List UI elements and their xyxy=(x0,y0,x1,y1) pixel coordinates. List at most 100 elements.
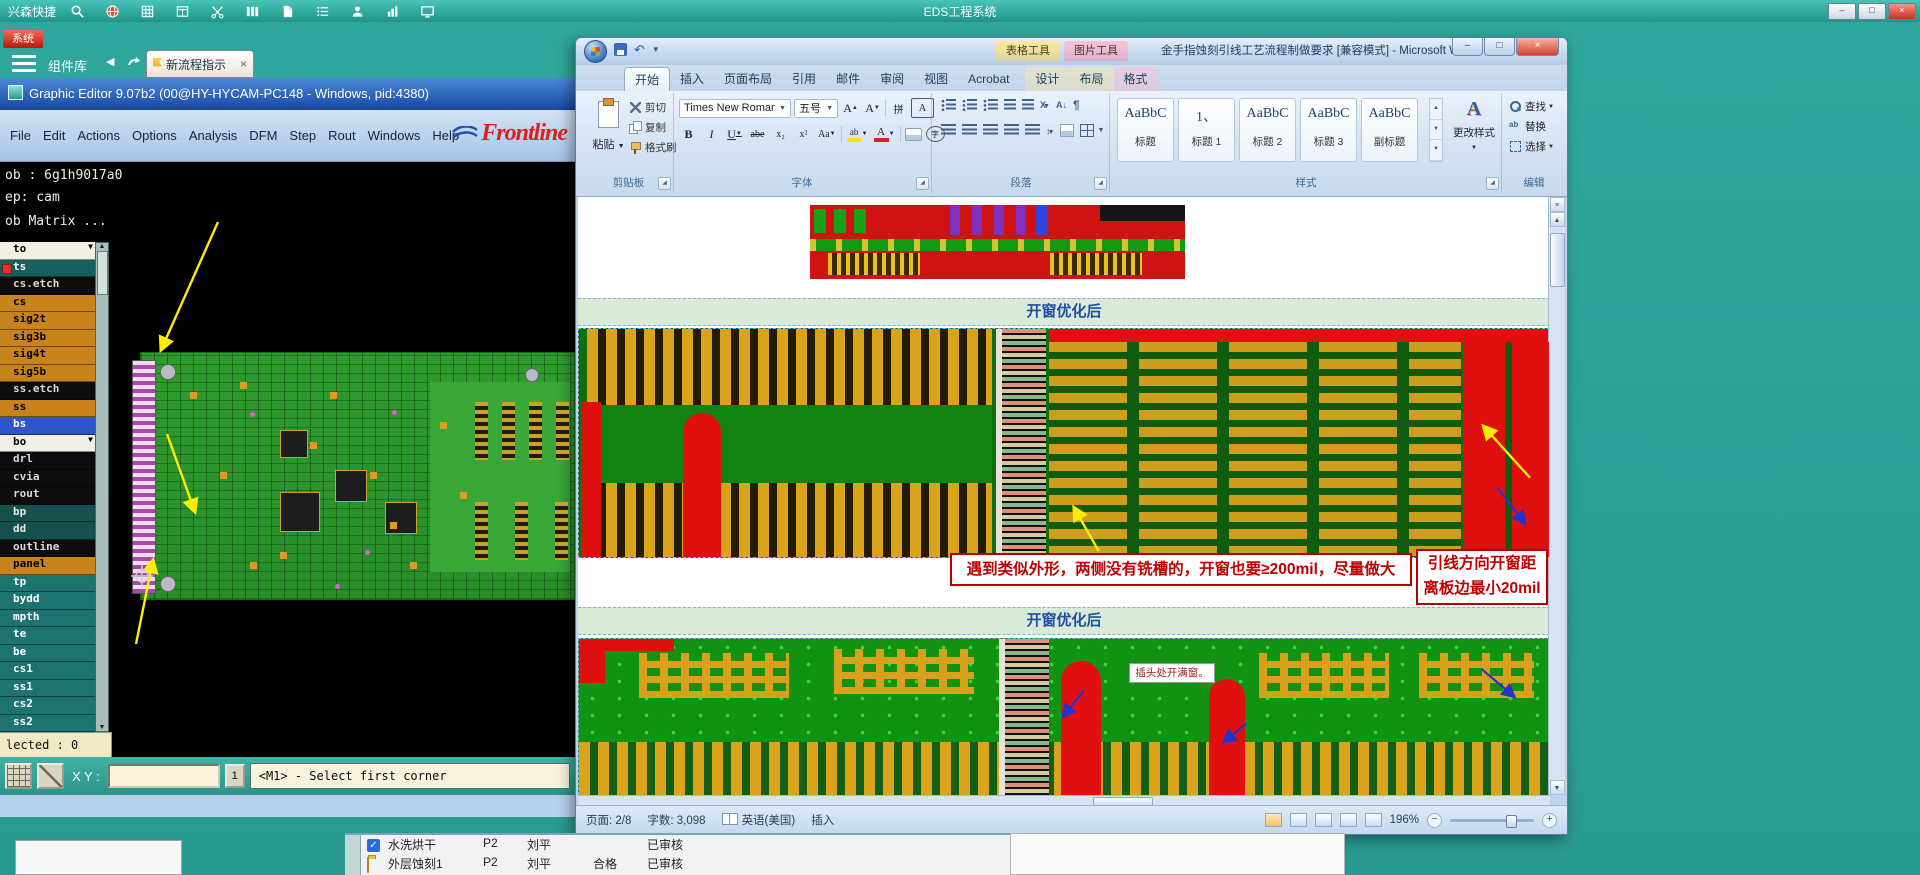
layer-row-cs1[interactable]: cs1 xyxy=(0,662,95,680)
show-marks-icon[interactable]: ¶ xyxy=(1073,98,1080,112)
tab-布局[interactable]: 布局 xyxy=(1069,67,1114,91)
font-dialog-launcher[interactable]: ◢ xyxy=(916,177,929,190)
paragraph-dialog-launcher[interactable]: ◢ xyxy=(1094,177,1107,190)
copy-button[interactable]: 复制 xyxy=(629,120,677,135)
dropdown-arrow-icon[interactable]: ▼ xyxy=(88,242,93,251)
cut-button[interactable]: 剪切 xyxy=(629,100,677,115)
mode-button[interactable]: 1 xyxy=(224,764,245,788)
font-color-icon[interactable]: A ▼ xyxy=(873,124,896,144)
bullets-icon[interactable] xyxy=(941,98,956,112)
grow-font-icon[interactable]: A ▲ xyxy=(841,98,860,118)
minimize-button[interactable]: – xyxy=(1828,3,1856,20)
hamburger-menu-icon[interactable] xyxy=(12,55,36,72)
print-layout-view-icon[interactable] xyxy=(1264,813,1282,827)
tab-格式[interactable]: 格式 xyxy=(1113,67,1158,91)
layer-row-bydd[interactable]: bydd xyxy=(0,592,95,610)
layer-row-rout[interactable]: rout xyxy=(0,487,95,505)
office-button[interactable] xyxy=(584,40,607,63)
word-restore-button[interactable]: □ xyxy=(1484,38,1515,56)
fullscreen-view-icon[interactable] xyxy=(1289,813,1307,827)
tab-引用[interactable]: 引用 xyxy=(782,67,826,91)
layer-row-cs.etch[interactable]: cs.etch xyxy=(0,277,95,295)
document-icon[interactable] xyxy=(280,4,295,19)
document-vertical-scrollbar[interactable]: ≡ ▲ ▼ xyxy=(1548,197,1565,795)
tab-邮件[interactable]: 邮件 xyxy=(826,67,870,91)
scrollbar-thumb[interactable] xyxy=(1549,233,1565,287)
ge-canvas[interactable]: ob : 6g1h9017a0 ep: cam ob Matrix ... to… xyxy=(0,162,575,757)
layer-row-drl[interactable]: drl xyxy=(0,452,95,470)
justify-icon[interactable] xyxy=(1004,124,1019,137)
replace-button[interactable]: 替换 xyxy=(1509,119,1554,134)
globe-icon[interactable] xyxy=(105,4,120,19)
scroll-down-icon[interactable]: ▼ xyxy=(99,724,106,731)
bold-icon[interactable]: B xyxy=(679,124,698,144)
layer-row-sig2t[interactable]: sig2t xyxy=(0,312,95,330)
tab-开始[interactable]: 开始 xyxy=(624,67,671,91)
tab-页面布局[interactable]: 页面布局 xyxy=(714,67,782,91)
measure-tool-button[interactable] xyxy=(37,763,64,789)
zoom-slider-thumb[interactable] xyxy=(1506,814,1517,828)
menu-edit[interactable]: Edit xyxy=(43,128,65,143)
grid-tool-button[interactable] xyxy=(5,763,32,789)
scroll-up-icon[interactable]: ▲ xyxy=(99,243,106,250)
nav-back-icon[interactable]: ◀ xyxy=(106,55,114,68)
layer-row-panel[interactable]: panel xyxy=(0,557,95,575)
dropdown-arrow-icon[interactable]: ▼ xyxy=(88,435,93,444)
format-painter-button[interactable]: 格式刷 xyxy=(629,140,677,155)
phonetic-guide-icon[interactable]: 拼 xyxy=(889,98,908,118)
word-count[interactable]: 字数: 3,098 xyxy=(647,812,705,828)
increase-indent-icon[interactable] xyxy=(1022,98,1034,112)
style-tile-1[interactable]: AaBbC 标题 xyxy=(1117,98,1174,162)
layer-row-cs2[interactable]: cs2 xyxy=(0,697,95,715)
underline-icon[interactable]: U ▼ xyxy=(725,124,744,144)
align-right-icon[interactable] xyxy=(983,124,998,137)
character-border-icon[interactable]: A xyxy=(911,98,934,118)
menu-step[interactable]: Step xyxy=(289,128,316,143)
gallery-more-icon[interactable]: ▼ xyxy=(1430,140,1442,162)
grid-icon[interactable] xyxy=(140,4,155,19)
flow-table-row[interactable]: 外层蚀刻1 P2 刘平 合格 已审核 xyxy=(360,855,1010,874)
pcb-detail-image[interactable] xyxy=(810,205,1185,279)
layer-row-dd[interactable]: dd xyxy=(0,522,95,540)
ruler-toggle-icon[interactable]: ≡ xyxy=(1549,197,1565,212)
draft-view-icon[interactable] xyxy=(1364,813,1382,827)
subscript-icon[interactable]: x₂ xyxy=(771,124,790,144)
style-tile-2[interactable]: 1、 标题 1 xyxy=(1178,98,1235,162)
insert-mode[interactable]: 插入 xyxy=(811,812,834,828)
search-icon[interactable] xyxy=(70,4,85,19)
numbering-icon[interactable] xyxy=(962,98,977,112)
layer-row-cvia[interactable]: cvia xyxy=(0,469,95,487)
sort-icon[interactable]: A↓ xyxy=(1056,100,1067,110)
gallery-down-icon[interactable]: ▼ xyxy=(1430,120,1442,141)
style-tile-5[interactable]: AaBbC 副标题 xyxy=(1361,98,1418,162)
tab-插入[interactable]: 插入 xyxy=(670,67,714,91)
layer-row-bs[interactable]: bs xyxy=(0,417,95,435)
layer-row-to[interactable]: to ▼ xyxy=(0,242,95,260)
zoom-level[interactable]: 196% xyxy=(1390,814,1419,826)
chart-icon[interactable] xyxy=(385,4,400,19)
qat-dropdown-icon[interactable]: ▼ xyxy=(652,45,660,54)
font-family-combo[interactable]: Times New Roman ▼ xyxy=(679,98,791,118)
outline-view-icon[interactable] xyxy=(1339,813,1357,827)
style-tile-3[interactable]: AaBbC 标题 2 xyxy=(1239,98,1296,162)
maximize-button[interactable]: □ xyxy=(1858,3,1886,20)
distribute-icon[interactable] xyxy=(1025,124,1040,137)
layer-row-sig3b[interactable]: sig3b xyxy=(0,329,95,347)
align-center-icon[interactable] xyxy=(962,124,977,137)
shrink-font-icon[interactable]: A ▼ xyxy=(863,98,882,118)
layer-row-be[interactable]: be xyxy=(0,644,95,662)
borders-dropdown-icon[interactable]: ▼ xyxy=(1097,127,1104,134)
layer-row-ss[interactable]: ss xyxy=(0,399,95,417)
layer-row-bo[interactable]: bo ▼ xyxy=(0,434,95,452)
change-case-icon[interactable]: Aa ▼ xyxy=(817,124,837,144)
menu-analysis[interactable]: Analysis xyxy=(189,128,237,143)
document-page[interactable]: 开窗优化后 遇到类似外形，两侧没有铣槽的，开窗也要≥200mil，尽量做大 引线… xyxy=(578,197,1550,795)
gallery-up-icon[interactable]: ▲ xyxy=(1430,99,1442,120)
xy-input[interactable] xyxy=(107,764,220,788)
scroll-up-icon[interactable]: ▲ xyxy=(1549,212,1565,227)
tab-审阅[interactable]: 审阅 xyxy=(870,67,914,91)
zoom-slider[interactable] xyxy=(1450,814,1534,828)
fragment-scrollbar[interactable] xyxy=(345,835,361,875)
layer-row-sig5b[interactable]: sig5b xyxy=(0,364,95,382)
menu-dfm[interactable]: DFM xyxy=(249,128,277,143)
